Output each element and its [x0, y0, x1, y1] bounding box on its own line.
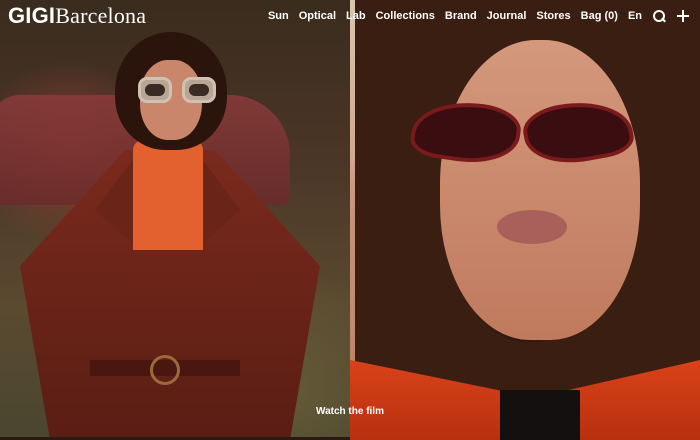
hero-image-left	[0, 0, 350, 437]
plus-icon[interactable]	[676, 9, 690, 23]
brand-logo[interactable]: GIGIBarcelona	[8, 4, 146, 28]
logo-wordmark-light: Barcelona	[55, 3, 147, 28]
search-icon[interactable]	[652, 9, 666, 23]
nav-item-sun[interactable]: Sun	[268, 10, 289, 22]
model-turtleneck	[133, 140, 203, 250]
main-menu: Sun Optical Lab Collections Brand Journa…	[258, 9, 690, 23]
belt-buckle	[150, 355, 180, 385]
logo-wordmark-bold: GIGI	[8, 3, 56, 28]
nav-item-optical[interactable]: Optical	[299, 10, 336, 22]
sunglasses-round	[138, 77, 218, 105]
nav-item-collections[interactable]: Collections	[376, 10, 435, 22]
model-lips	[497, 210, 567, 244]
nav-item-brand[interactable]: Brand	[445, 10, 477, 22]
nav-item-lab[interactable]: Lab	[346, 10, 366, 22]
nav-item-stores[interactable]: Stores	[536, 10, 570, 22]
model-face-right	[440, 40, 640, 340]
nav-item-journal[interactable]: Journal	[487, 10, 527, 22]
nav-item-bag[interactable]: Bag (0)	[581, 10, 618, 22]
nav-item-language[interactable]: En	[628, 10, 642, 22]
sunglasses-cat-eye	[408, 93, 637, 182]
top-navigation: GIGIBarcelona Sun Optical Lab Collection…	[0, 0, 700, 34]
watch-film-link[interactable]: Watch the film	[0, 406, 700, 417]
